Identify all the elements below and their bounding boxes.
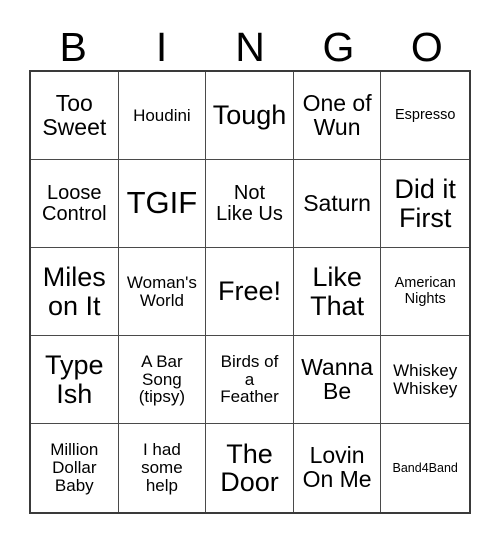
bingo-cell[interactable]: Did it First [381, 160, 469, 248]
bingo-cell[interactable]: Million Dollar Baby [31, 424, 119, 512]
bingo-cell-label: Saturn [303, 189, 371, 216]
bingo-cell[interactable]: Loose Control [31, 160, 119, 248]
bingo-cell[interactable]: TGIF [118, 160, 207, 248]
bingo-cell[interactable]: Woman's World [118, 248, 207, 336]
bingo-card: B I N G O Too Sweet Houdini Tough One of… [0, 0, 500, 544]
bingo-cell-label: Like That [310, 262, 365, 321]
bingo-cell-label: American Nights [394, 275, 456, 307]
bingo-cell[interactable]: Wanna Be [293, 336, 382, 424]
bingo-cell[interactable]: Miles on It [31, 248, 119, 336]
bingo-cell[interactable]: One of Wun [293, 72, 382, 160]
bingo-cell[interactable]: Espresso [381, 72, 469, 160]
bingo-cell-label: Band4Band [392, 460, 458, 475]
bingo-cell[interactable]: Like That [293, 248, 382, 336]
bingo-cell[interactable]: I had some help [118, 424, 207, 512]
bingo-cell-label: Free! [217, 276, 281, 307]
bingo-cell-label: Lovin On Me [302, 442, 372, 492]
bingo-cell-label: Houdini [133, 105, 191, 125]
bingo-cell-label: Type Ish [45, 350, 104, 409]
bingo-cell-label: Miles on It [42, 262, 106, 321]
bingo-cell[interactable]: A Bar Song (tipsy) [118, 336, 207, 424]
bingo-cell-label: Tough [212, 100, 287, 131]
bingo-cell[interactable]: Too Sweet [31, 72, 119, 160]
bingo-cell-free-space[interactable]: Free! [206, 248, 294, 336]
bingo-cell-label: Woman's World [126, 272, 197, 310]
bingo-cell[interactable]: Whiskey Whiskey [381, 336, 469, 424]
bingo-cell-label: Whiskey Whiskey [393, 360, 458, 398]
bingo-cell[interactable]: Tough [206, 72, 294, 160]
bingo-cell-label: Loose Control [42, 181, 107, 225]
bingo-cell[interactable]: Type Ish [31, 336, 119, 424]
bingo-cell[interactable]: Saturn [293, 160, 382, 248]
bingo-cell[interactable]: The Door [206, 424, 294, 512]
bingo-cell-label: Did it First [394, 174, 456, 233]
bingo-cell[interactable]: Band4Band [381, 424, 469, 512]
bingo-cell[interactable]: Houdini [118, 72, 207, 160]
bingo-cell-label: Too Sweet [42, 89, 107, 140]
bingo-grid: Too Sweet Houdini Tough One of Wun Espre… [29, 70, 471, 514]
bingo-cell-label: The Door [220, 438, 279, 497]
bingo-cell-label: Birds of a Feather [220, 351, 279, 407]
bingo-header-letter-n: N [235, 24, 265, 70]
bingo-header-letter-i: I [155, 24, 168, 70]
bingo-cell-label: A Bar Song (tipsy) [138, 351, 186, 407]
bingo-cell-label: I had some help [141, 440, 183, 495]
bingo-cell[interactable]: Lovin On Me [293, 424, 382, 512]
bingo-cell-label: Not Like Us [216, 181, 283, 225]
bingo-cell-label: Wanna Be [301, 353, 374, 404]
bingo-cell-label: Million Dollar Baby [50, 440, 99, 495]
bingo-cell[interactable]: Not Like Us [206, 160, 294, 248]
bingo-header-row: B I N G O [29, 12, 471, 68]
bingo-cell[interactable]: American Nights [381, 248, 469, 336]
bingo-header-letter-b: B [59, 24, 87, 70]
bingo-cell-label: Espresso [394, 106, 456, 123]
bingo-header-letter-o: O [410, 24, 443, 70]
bingo-cell[interactable]: Birds of a Feather [206, 336, 294, 424]
bingo-cell-label: TGIF [126, 185, 198, 221]
bingo-cell-label: One of Wun [302, 89, 372, 140]
bingo-header-letter-g: G [322, 24, 355, 70]
